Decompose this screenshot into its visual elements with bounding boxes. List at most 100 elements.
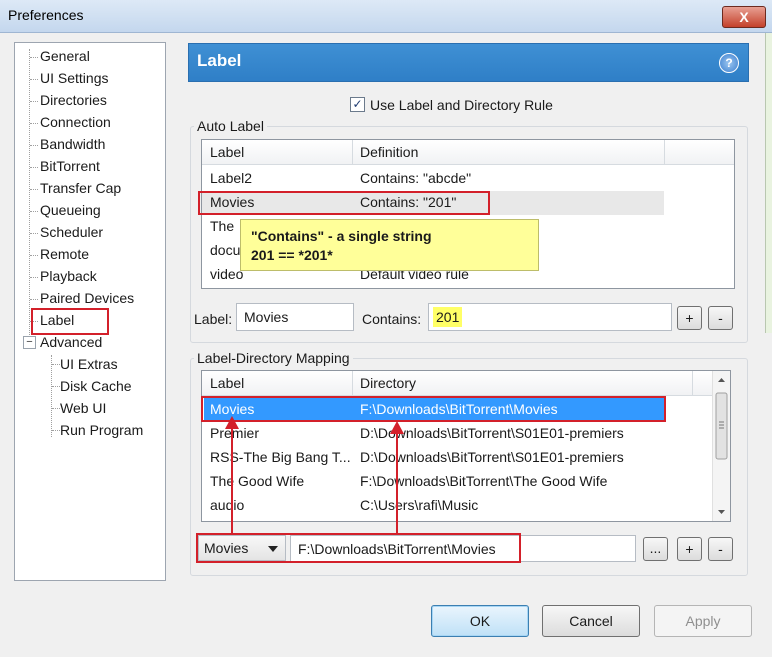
section-title: Label (197, 51, 242, 70)
tree-connector (30, 167, 38, 168)
column-header-label[interactable]: Label (210, 144, 244, 160)
list-row[interactable]: The Good Wife F:\Downloads\BitTorrent\Th… (202, 470, 730, 494)
contains-value: 201 (433, 307, 463, 327)
add-mapping-button[interactable]: + (677, 537, 702, 561)
row-label: video (210, 266, 244, 282)
window-title: Preferences (8, 7, 84, 23)
mapping-group-title: Label-Directory Mapping (194, 350, 353, 366)
mapping-edit-highlight-box (196, 533, 521, 563)
close-button[interactable]: X (722, 6, 766, 28)
list-header: Label Directory (202, 371, 712, 396)
row-label: audio (210, 497, 245, 513)
tree-connector (30, 123, 38, 124)
tree-item-transfer-cap[interactable]: Transfer Cap (40, 180, 121, 196)
use-rule-checkbox[interactable]: ✓ (350, 97, 365, 112)
tree-item-ui-extras[interactable]: UI Extras (60, 356, 118, 372)
tree-connector (52, 430, 60, 431)
tree-connector (51, 355, 52, 437)
tree-item-general[interactable]: General (40, 48, 90, 64)
scroll-down-icon[interactable] (718, 510, 725, 514)
tree-item-queueing[interactable]: Queueing (40, 202, 101, 218)
tree-item-scheduler[interactable]: Scheduler (40, 224, 103, 240)
arrow-up-icon (390, 421, 404, 434)
column-separator (352, 371, 353, 395)
list-row[interactable]: Label2 Contains: "abcde" (202, 167, 734, 191)
section-header: Label ? (188, 43, 749, 82)
annotation-arrow-directory (396, 432, 398, 533)
column-separator (664, 140, 665, 164)
collapse-icon[interactable]: − (23, 336, 36, 349)
label-highlight-box (31, 308, 109, 335)
tree-connector (52, 386, 60, 387)
tree-connector (30, 57, 38, 58)
tooltip-line1: "Contains" - a single string (251, 228, 432, 244)
tooltip-line2: 201 == *201* (251, 247, 333, 263)
tree-item-web-ui[interactable]: Web UI (60, 400, 106, 416)
column-header-label[interactable]: Label (210, 375, 244, 391)
tree-item-bandwidth[interactable]: Bandwidth (40, 136, 105, 152)
list-row[interactable]: audio C:\Users\rafi\Music (202, 494, 730, 518)
column-header-directory[interactable]: Directory (360, 375, 416, 391)
apply-button[interactable]: Apply (654, 605, 752, 637)
column-separator (352, 140, 353, 164)
tree-item-connection[interactable]: Connection (40, 114, 111, 130)
remove-mapping-button[interactable]: - (708, 537, 733, 561)
tree-connector (30, 145, 38, 146)
browse-button[interactable]: ... (643, 537, 668, 561)
movies-rule-highlight-box (198, 191, 490, 215)
tree-item-ui-settings[interactable]: UI Settings (40, 70, 108, 86)
tree-item-bittorrent[interactable]: BitTorrent (40, 158, 100, 174)
row-label: Label2 (210, 170, 253, 186)
label-field-caption: Label: (194, 311, 233, 327)
ok-button[interactable]: OK (431, 605, 529, 637)
help-icon[interactable]: ? (719, 53, 739, 73)
row-definition: Contains: "abcde" (360, 170, 472, 186)
tree-item-remote[interactable]: Remote (40, 246, 89, 262)
tree-connector (30, 255, 38, 256)
list-row[interactable]: RSS-The Big Bang T... D:\Downloads\BitTo… (202, 446, 730, 470)
tree-connector (30, 189, 38, 190)
list-header: Label Definition (202, 140, 734, 165)
contains-input[interactable]: 201 (428, 303, 672, 331)
row-label: The (210, 218, 235, 234)
cancel-button[interactable]: Cancel (542, 605, 640, 637)
row-directory: D:\Downloads\BitTorrent\S01E01-premiers (360, 449, 624, 465)
column-separator (692, 371, 693, 395)
movies-mapping-highlight-box (201, 396, 666, 422)
background-window-strip (765, 33, 772, 333)
annotation-arrow-label (231, 427, 233, 533)
tree-connector (30, 299, 38, 300)
tree-connector (30, 233, 38, 234)
arrow-up-icon (225, 416, 239, 429)
use-rule-label: Use Label and Directory Rule (370, 97, 553, 113)
list-row[interactable]: Premier D:\Downloads\BitTorrent\S01E01-p… (202, 422, 730, 446)
tooltip: "Contains" - a single string 201 == *201… (240, 219, 539, 271)
auto-label-group-title: Auto Label (194, 118, 267, 134)
label-name-input[interactable]: Movies (236, 303, 354, 331)
tree-connector (30, 277, 38, 278)
scroll-thumb[interactable] (715, 392, 728, 460)
row-label: The Good Wife (210, 473, 305, 489)
tree-connector (52, 408, 60, 409)
row-label: docu (210, 242, 241, 258)
row-directory: C:\Users\rafi\Music (360, 497, 479, 513)
contains-caption: Contains: (362, 311, 422, 327)
tree-item-paired-devices[interactable]: Paired Devices (40, 290, 134, 306)
tree-item-playback[interactable]: Playback (40, 268, 97, 284)
tree-connector (30, 79, 38, 80)
tree-item-directories[interactable]: Directories (40, 92, 107, 108)
vertical-scrollbar[interactable] (712, 371, 730, 521)
tree-item-run-program[interactable]: Run Program (60, 422, 143, 438)
tree-connector (29, 49, 30, 345)
scroll-up-icon[interactable] (718, 378, 725, 382)
tree-connector (30, 101, 38, 102)
column-header-definition[interactable]: Definition (360, 144, 418, 160)
add-label-button[interactable]: + (677, 306, 702, 330)
remove-label-button[interactable]: - (708, 306, 733, 330)
tree-item-advanced[interactable]: Advanced (40, 334, 102, 350)
mapping-list[interactable]: Label Directory Movies F:\Downloads\BitT… (201, 370, 731, 522)
title-bar: Preferences X (0, 0, 772, 33)
tree-connector (52, 364, 60, 365)
tree-item-disk-cache[interactable]: Disk Cache (60, 378, 132, 394)
scrollbar-graphics (715, 378, 728, 514)
